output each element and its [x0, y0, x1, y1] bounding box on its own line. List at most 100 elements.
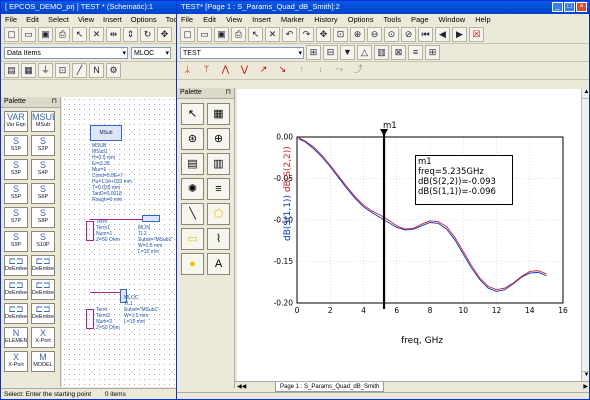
undo-icon[interactable]: ↶	[282, 27, 297, 42]
data-display-menu-insert[interactable]: Insert	[252, 15, 271, 25]
open-icon[interactable]: ▭	[21, 27, 36, 42]
arrow-icon[interactable]: ↖	[181, 103, 204, 125]
palette-item-deembed[interactable]: ⊏⊐ DeEmbed	[4, 279, 28, 300]
page-first-icon[interactable]: ⏮	[418, 27, 433, 42]
data-display-menu-file[interactable]: File	[181, 15, 193, 25]
delete-icon[interactable]: ✕	[89, 27, 104, 42]
trace-options-icon[interactable]: ⊟	[323, 45, 338, 60]
close-button[interactable]: ×	[576, 2, 587, 12]
page-prev-icon[interactable]: ◀	[435, 27, 450, 42]
mirror-x-icon[interactable]: ⇹	[106, 27, 121, 42]
move-icon[interactable]: ✥	[316, 27, 331, 42]
marker-min-icon[interactable]: ↓	[313, 63, 328, 78]
rotate-icon[interactable]: ↻	[140, 27, 155, 42]
equation-icon[interactable]: ≡	[207, 178, 230, 200]
smith-chart-icon[interactable]: ⊛	[181, 128, 204, 150]
palette-item-deembed[interactable]: ⊏⊐ DeEmbed	[31, 279, 55, 300]
zoom-page-icon[interactable]: ⊘	[401, 27, 416, 42]
move-icon[interactable]: ✥	[157, 27, 172, 42]
port-icon[interactable]: ⊡	[55, 63, 70, 78]
palette-item-msub[interactable]: MSUBMSub	[31, 111, 55, 132]
palette-item-deembed[interactable]: ⊏⊐ DeEmbed	[31, 255, 55, 276]
page-next-icon[interactable]: ▶	[452, 27, 467, 42]
tab-first-icon[interactable]: ◀◀	[237, 382, 246, 392]
select-arrow-icon[interactable]: ↖	[248, 27, 263, 42]
grid-icon[interactable]: ▦	[21, 63, 36, 78]
new-page-icon[interactable]: ▢	[180, 27, 195, 42]
data-display-menu-page[interactable]: Page	[411, 15, 429, 25]
zoom-fit-icon[interactable]: ⊙	[384, 27, 399, 42]
print-icon[interactable]: ⎙	[55, 27, 70, 42]
polyline-icon[interactable]: ⌇	[207, 228, 230, 250]
list-icon[interactable]: ▤	[181, 153, 204, 175]
delete-icon[interactable]: ✕	[265, 27, 280, 42]
page-tab[interactable]: Page 1 : S_Params_Quad_dB_Smith	[275, 382, 385, 392]
plot-page[interactable]: 0 2 4 6 8 10 12 14 16 0.00 -0.05 -0.10 -0.15 -0.20 m1…	[237, 89, 581, 381]
palette-item-s7p[interactable]: S S7P	[4, 207, 28, 228]
mlin-symbol[interactable]	[142, 215, 160, 222]
pin-icon[interactable]: ⊓	[226, 88, 231, 96]
palette-item-s6p[interactable]: S S6P	[31, 183, 55, 204]
line-icon[interactable]: ╲	[181, 203, 204, 225]
redo-icon[interactable]: ↷	[299, 27, 314, 42]
term1-symbol[interactable]	[86, 221, 94, 241]
save-icon[interactable]: ▣	[38, 27, 53, 42]
mirror-y-icon[interactable]: ⇕	[123, 27, 138, 42]
palette-item-n-element[interactable]: NELEMENT	[4, 327, 28, 348]
schematic-menu-select[interactable]: Select	[48, 15, 69, 25]
marker-delta-icon[interactable]: △	[357, 45, 372, 60]
schematic-canvas[interactable]: MSub MSUB MSub1 H=0.5 mm Er=3.38 Mur=1 C…	[62, 97, 177, 387]
schematic-menu-view[interactable]: View	[78, 15, 94, 25]
page-delete-icon[interactable]: ☒	[469, 27, 484, 42]
vertical-scrollbar[interactable]: ▲ ▼	[581, 89, 589, 381]
palette-item-model[interactable]: M MODEL	[31, 351, 55, 372]
select-arrow-icon[interactable]: ↖	[72, 27, 87, 42]
palette-item-deembed[interactable]: ⊏⊐ DeEmbed	[31, 303, 55, 324]
text-icon[interactable]: A	[207, 253, 230, 275]
maximize-button[interactable]: □	[564, 2, 575, 12]
marker-readout[interactable]: m1 freq=5.235GHz dB(S(2,2))=-0.093 dB(S(…	[415, 155, 513, 205]
marker-peak-icon[interactable]: ᛦ	[180, 63, 195, 78]
marker-snap-icon[interactable]: ⤴	[351, 63, 366, 78]
component-select[interactable]: MLOC	[131, 46, 171, 59]
scroll-down-icon[interactable]: ▼	[582, 371, 589, 381]
schematic-titlebar[interactable]: [ EPCOS_DEMO_prj ] TEST * (Schematic):1	[1, 1, 177, 14]
data-display-menu-view[interactable]: View	[226, 15, 242, 25]
data-display-menu-options[interactable]: Options	[348, 15, 374, 25]
marker-right-icon[interactable]: ⋁	[237, 63, 252, 78]
scroll-right-icon[interactable]: ▶	[583, 382, 588, 392]
data-display-titlebar[interactable]: TEST* [Page 1 : S_Params_Quad_dB_Smith]:…	[177, 1, 589, 14]
table-icon[interactable]: ▦	[207, 103, 230, 125]
circle-icon[interactable]: ●	[181, 253, 204, 275]
palette-item-xport[interactable]: X X-Port	[31, 327, 55, 348]
marker-new-icon[interactable]: ▼	[340, 45, 355, 60]
wire-icon[interactable]: ╱	[72, 63, 87, 78]
marker-track-icon[interactable]: ⤳	[332, 63, 347, 78]
schematic-menu-insert[interactable]: Insert	[103, 15, 122, 25]
marker-valley-icon[interactable]: ᛘ	[199, 63, 214, 78]
palette-item-s4p[interactable]: S S4P	[31, 159, 55, 180]
marker-offset-icon[interactable]: ⊠	[391, 45, 406, 60]
dataset-select[interactable]: TEST	[180, 46, 304, 59]
data-display-menu-tools[interactable]: Tools	[383, 15, 401, 25]
marker-move-icon[interactable]: ⊞	[425, 45, 440, 60]
zoom-out-icon[interactable]: ⊖	[367, 27, 382, 42]
palette-item-s8p[interactable]: S S8P	[31, 207, 55, 228]
schematic-menu-options[interactable]: Options	[131, 15, 157, 25]
component-library-icon[interactable]: ▤	[4, 63, 19, 78]
minimize-button[interactable]: _	[552, 2, 563, 12]
data-display-menu-window[interactable]: Window	[439, 15, 466, 25]
ground-icon[interactable]: ⏚	[38, 63, 53, 78]
palette-item-s10p[interactable]: S S10P	[31, 231, 55, 252]
msub-component[interactable]: MSub	[90, 125, 122, 141]
scroll-up-icon[interactable]: ▲	[582, 89, 589, 99]
palette-item-s3p[interactable]: S S3P	[4, 159, 28, 180]
marker-max-icon[interactable]: ↑	[294, 63, 309, 78]
polygon-icon[interactable]: ⬠	[207, 203, 230, 225]
marker-list-icon[interactable]: ≡	[408, 45, 423, 60]
data-display-menu-marker[interactable]: Marker	[281, 15, 304, 25]
palette-item-xport[interactable]: X X-Port	[4, 351, 28, 372]
palette-item-s5p[interactable]: S S5P	[4, 183, 28, 204]
open-icon[interactable]: ▭	[197, 27, 212, 42]
palette-item-s1p[interactable]: S S1P	[4, 135, 28, 156]
